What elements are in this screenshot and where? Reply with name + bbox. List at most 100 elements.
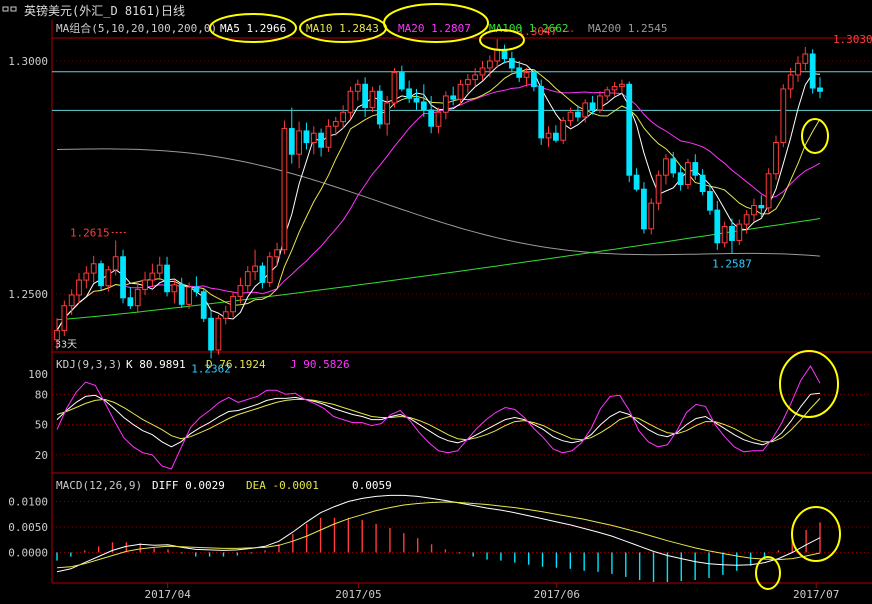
candle-up[interactable] [464, 79, 471, 85]
candle-up[interactable] [252, 265, 258, 273]
candle-up[interactable] [369, 90, 376, 109]
candle-down[interactable] [193, 286, 200, 293]
candle-up[interactable] [112, 256, 119, 271]
candle-down[interactable] [626, 83, 633, 176]
candle-down[interactable] [398, 72, 405, 90]
candle-up[interactable] [296, 130, 302, 155]
candle-up[interactable] [567, 111, 574, 122]
candle-up[interactable] [266, 256, 273, 283]
candle-down[interactable] [420, 101, 427, 111]
candle-up[interactable] [83, 272, 90, 281]
candle-up[interactable] [215, 317, 222, 351]
candle-up[interactable] [171, 284, 178, 293]
candle-down[interactable] [259, 265, 266, 283]
candle-down[interactable] [406, 88, 413, 99]
candle-down[interactable] [413, 97, 420, 103]
candle-up[interactable] [274, 249, 280, 258]
candle-up[interactable] [479, 67, 486, 76]
candle-down[interactable] [670, 158, 677, 174]
candle-up[interactable] [332, 121, 339, 127]
candle-up[interactable] [619, 83, 625, 88]
candle-down[interactable] [677, 172, 684, 186]
candle-down[interactable] [98, 263, 104, 287]
candle-up[interactable] [310, 132, 317, 144]
candle-down[interactable] [538, 86, 545, 139]
candle-up[interactable] [721, 225, 728, 244]
candle-down[interactable] [178, 284, 185, 305]
candle-down[interactable] [376, 90, 383, 125]
candle-down[interactable] [508, 58, 515, 69]
candle-up[interactable] [743, 214, 750, 225]
candle-up[interactable] [472, 74, 479, 81]
forex-chart[interactable]: 英镑美元(外汇_D 8161)日线 1.26151.23621.30471.25… [0, 0, 872, 604]
candle-down[interactable] [729, 225, 735, 241]
candle-up[interactable] [523, 72, 530, 78]
candle-down[interactable] [164, 264, 170, 293]
candle-up[interactable] [751, 204, 757, 216]
candle-up[interactable] [494, 48, 501, 62]
candle-down[interactable] [553, 132, 559, 141]
candle-up[interactable] [442, 95, 449, 113]
candle-up[interactable] [105, 269, 112, 287]
candle-up[interactable] [222, 311, 229, 319]
candle-down[interactable] [699, 174, 706, 193]
candle-down[interactable] [120, 256, 126, 299]
candle-up[interactable] [68, 294, 75, 307]
candle-up[interactable] [765, 173, 772, 209]
candle-down[interactable] [288, 128, 295, 155]
candle-up[interactable] [486, 60, 493, 69]
candle-up[interactable] [186, 286, 192, 305]
candle-down[interactable] [758, 204, 765, 209]
candle-up[interactable] [560, 120, 567, 141]
candle-down[interactable] [575, 111, 581, 118]
candle-up[interactable] [795, 62, 801, 76]
candle-up[interactable] [61, 305, 68, 331]
candle-up[interactable] [611, 86, 618, 91]
candle-down[interactable] [707, 191, 713, 211]
candle-up[interactable] [391, 72, 398, 104]
candle-up[interactable] [54, 329, 60, 341]
candle-up[interactable] [787, 74, 794, 90]
candle-up[interactable] [156, 264, 163, 274]
candle-down[interactable] [817, 87, 823, 92]
candle-up[interactable] [582, 102, 589, 118]
candle-up[interactable] [736, 223, 743, 241]
candle-down[interactable] [641, 188, 647, 230]
candle-up[interactable] [149, 272, 156, 281]
candle-up[interactable] [384, 102, 391, 125]
candle-down[interactable] [809, 53, 816, 89]
candle-up[interactable] [780, 88, 787, 144]
candle-up[interactable] [655, 174, 662, 204]
candle-up[interactable] [142, 279, 148, 290]
candle-up[interactable] [230, 295, 236, 313]
candle-up[interactable] [545, 132, 552, 139]
candle-down[interactable] [127, 297, 134, 307]
candle-down[interactable] [318, 132, 324, 148]
candle-up[interactable] [354, 83, 361, 92]
candle-down[interactable] [428, 109, 435, 127]
candle-down[interactable] [633, 174, 640, 190]
candle-up[interactable] [802, 53, 809, 64]
candle-up[interactable] [340, 111, 347, 123]
candle-down[interactable] [692, 162, 699, 176]
candle-down[interactable] [362, 83, 369, 109]
candle-down[interactable] [530, 72, 537, 88]
candle-down[interactable] [200, 291, 207, 319]
candle-up[interactable] [237, 285, 244, 297]
candle-up[interactable] [347, 90, 354, 113]
candle-up[interactable] [648, 202, 655, 230]
candle-up[interactable] [685, 162, 691, 186]
candle-up[interactable] [604, 89, 611, 97]
candle-down[interactable] [516, 67, 523, 78]
candle-up[interactable] [244, 271, 251, 287]
candle-down[interactable] [208, 317, 214, 351]
candle-up[interactable] [457, 83, 464, 100]
candle-up[interactable] [281, 128, 288, 251]
candle-up[interactable] [76, 279, 82, 296]
candle-down[interactable] [589, 102, 596, 111]
candle-down[interactable] [450, 95, 457, 100]
candle-up[interactable] [663, 158, 669, 176]
candle-up[interactable] [134, 288, 141, 307]
candle-down[interactable] [714, 209, 721, 244]
candle-up[interactable] [90, 263, 97, 274]
